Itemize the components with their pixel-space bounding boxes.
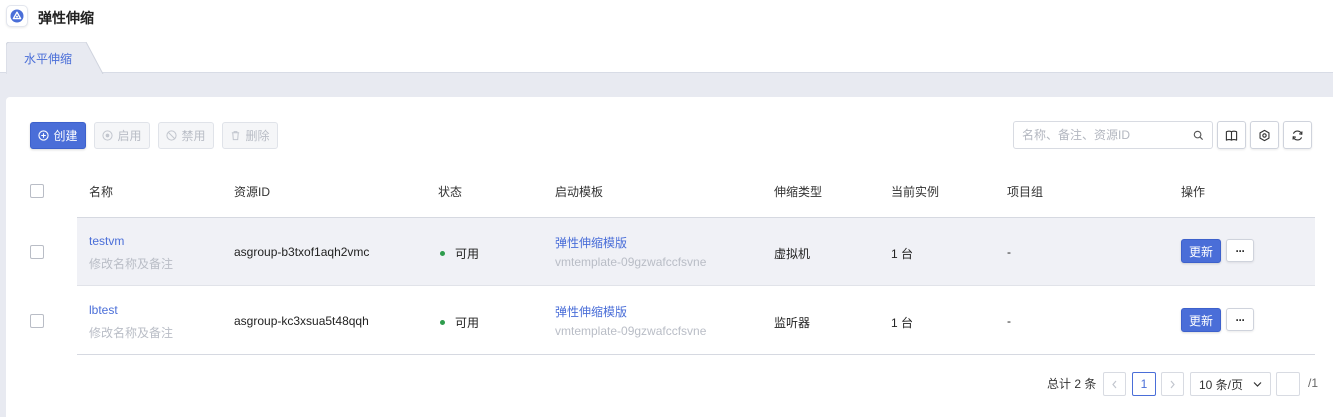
- column-header-project-group[interactable]: 项目组: [1007, 183, 1043, 200]
- tab-label: 水平伸缩: [24, 52, 73, 66]
- search-input[interactable]: [1022, 127, 1187, 143]
- row-checkbox[interactable]: [30, 314, 44, 328]
- column-settings-button[interactable]: [1250, 121, 1279, 149]
- pagination-total: 总计 2 条: [1047, 377, 1097, 391]
- row-instances: 1 台: [891, 247, 914, 261]
- plus-circle-icon: [38, 130, 50, 141]
- row-name-link[interactable]: lbtest: [89, 303, 118, 317]
- update-button[interactable]: 更新: [1181, 239, 1221, 263]
- tab-strip: 水平伸缩: [0, 34, 1333, 74]
- column-header-template[interactable]: 启动模板: [555, 183, 603, 200]
- next-page-button[interactable]: [1161, 372, 1184, 396]
- create-button[interactable]: 创建: [30, 122, 86, 149]
- page-number-current[interactable]: 1: [1132, 372, 1156, 396]
- search-box: [1013, 121, 1213, 149]
- tab-horizontal-scaling[interactable]: 水平伸缩: [6, 42, 104, 74]
- refresh-icon: [1292, 130, 1303, 140]
- row-checkbox[interactable]: [30, 245, 44, 259]
- column-header-resource-id[interactable]: 资源ID: [234, 183, 270, 200]
- enable-button-label: 启用: [117, 129, 142, 143]
- disable-button[interactable]: 禁用: [158, 122, 214, 149]
- row-template-id: vmtemplate-09gzwafccfsvne: [555, 324, 707, 338]
- column-header-scale-type[interactable]: 伸缩类型: [774, 183, 822, 200]
- row-project-group: -: [1007, 245, 1011, 259]
- top-bar: 弹性伸缩: [0, 0, 1333, 34]
- page-size-value: 10 条/页: [1199, 377, 1244, 392]
- update-button[interactable]: 更新: [1181, 308, 1221, 332]
- status-dot-icon: [440, 251, 445, 257]
- status-text: 可用: [455, 247, 480, 261]
- page-title: 弹性伸缩: [38, 10, 94, 26]
- column-header-instances[interactable]: 当前实例: [891, 183, 939, 200]
- column-header-actions: 操作: [1181, 185, 1206, 199]
- column-header-status[interactable]: 状态: [438, 183, 462, 200]
- delete-button[interactable]: 删除: [222, 122, 278, 149]
- status-badge: 可用: [440, 314, 479, 331]
- page-size-select[interactable]: 10 条/页: [1190, 372, 1271, 396]
- total-pages: /1: [1308, 376, 1319, 390]
- column-header-name[interactable]: 名称: [89, 183, 113, 200]
- disable-button-label: 禁用: [181, 129, 206, 143]
- trash-icon: [232, 131, 240, 141]
- row-edit-note-link[interactable]: 修改名称及备注: [89, 324, 173, 341]
- enable-button[interactable]: 启用: [94, 122, 150, 149]
- chevron-right-icon: [1170, 380, 1175, 388]
- select-all-checkbox[interactable]: [30, 184, 44, 198]
- row-resource-id: asgroup-kc3xsua5t48qqh: [234, 314, 369, 328]
- status-text: 可用: [455, 316, 480, 330]
- row-scale-type: 监听器: [774, 316, 811, 330]
- docs-button[interactable]: [1217, 121, 1246, 149]
- chevron-left-icon: [1112, 380, 1117, 388]
- main-card: 创建 启用 禁用 删除 名称 资源ID 状态 启动模板 伸缩类型 当前实例 项目…: [6, 97, 1333, 417]
- book-icon: [1225, 130, 1238, 141]
- more-actions-button[interactable]: ···: [1226, 308, 1254, 331]
- row-instances: 1 台: [891, 316, 914, 330]
- prev-page-button[interactable]: [1103, 372, 1126, 396]
- row-resource-id: asgroup-b3txof1aqh2vmc: [234, 245, 370, 259]
- row-edit-note-link[interactable]: 修改名称及备注: [89, 255, 173, 272]
- delete-button-label: 删除: [245, 129, 270, 143]
- create-button-label: 创建: [53, 129, 78, 143]
- row-name-link[interactable]: testvm: [89, 234, 124, 248]
- row-template-id: vmtemplate-09gzwafccfsvne: [555, 255, 707, 269]
- refresh-button[interactable]: [1283, 121, 1312, 149]
- page-jump-input[interactable]: [1276, 372, 1300, 396]
- settings-icon: [1259, 129, 1270, 141]
- row-template-link[interactable]: 弹性伸缩模版: [555, 234, 627, 251]
- ban-icon: [166, 130, 178, 141]
- row-scale-type: 虚拟机: [774, 247, 811, 261]
- row-project-group: -: [1007, 314, 1011, 328]
- more-actions-button[interactable]: ···: [1226, 239, 1254, 262]
- search-icon[interactable]: [1193, 130, 1204, 141]
- chevron-down-icon: [1253, 382, 1262, 387]
- enable-icon: [102, 130, 114, 141]
- status-badge: 可用: [440, 245, 479, 262]
- status-dot-icon: [440, 320, 445, 326]
- autoscale-logo-icon: [6, 5, 28, 27]
- row-template-link[interactable]: 弹性伸缩模版: [555, 303, 627, 320]
